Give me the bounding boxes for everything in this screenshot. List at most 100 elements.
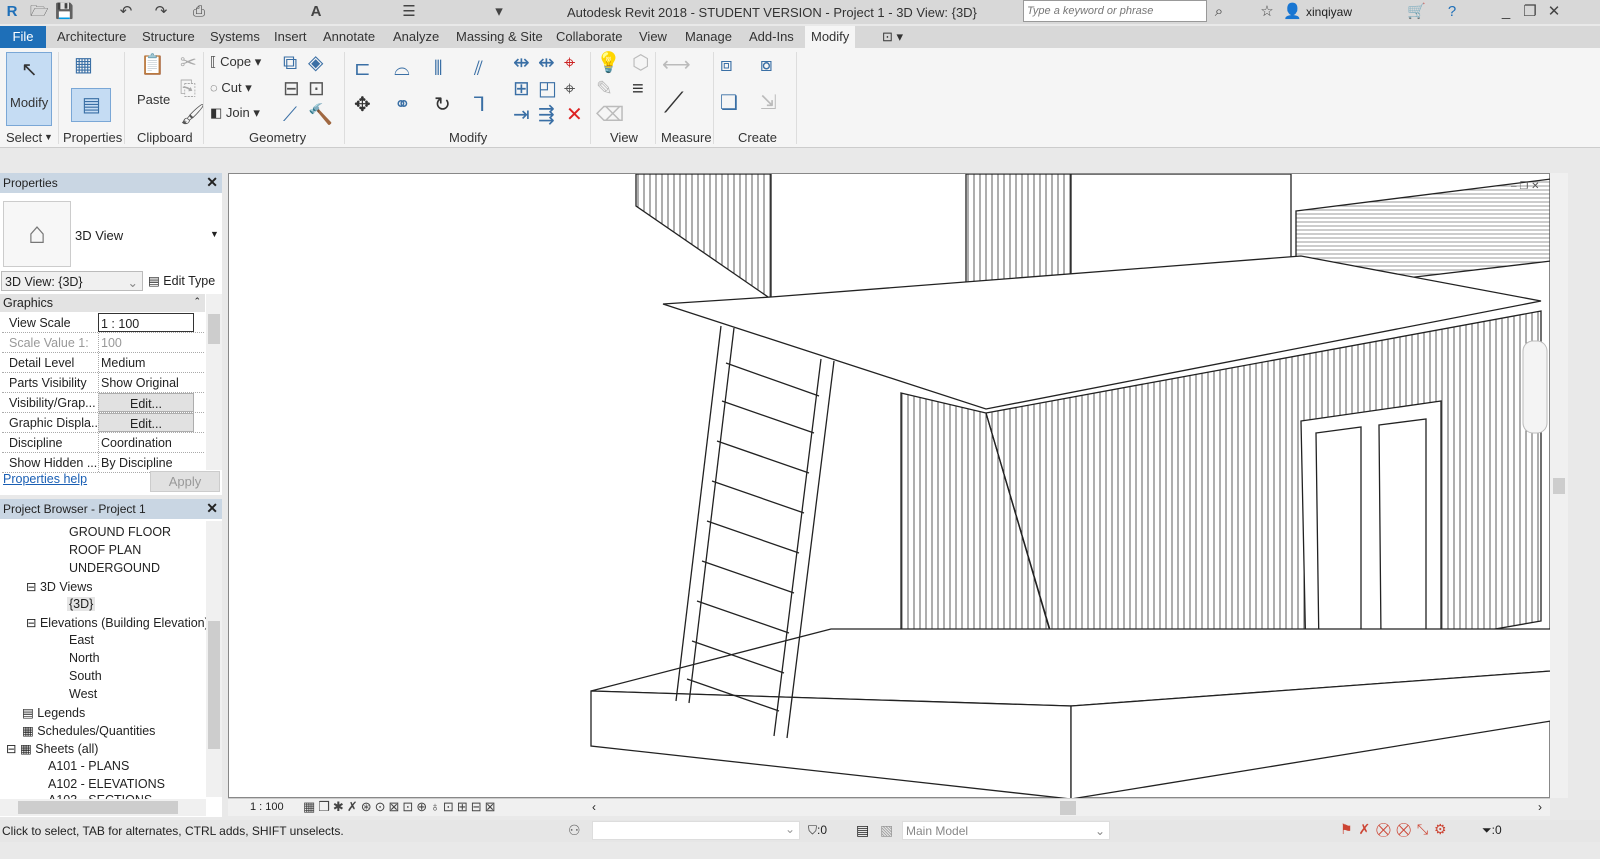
close-button[interactable]: ✕ [1545,3,1563,21]
undo-icon[interactable]: ↶ [117,3,135,21]
linework-icon[interactable]: ✎ [596,78,613,100]
tab-massing-site[interactable]: Massing & Site [450,26,549,48]
split-face-icon[interactable]: ⧉ [283,52,297,74]
tree-item[interactable]: ⊟ Elevations (Building Elevation) [26,615,206,630]
property-row[interactable]: Discipline Coordination [2,433,204,453]
tab-modify[interactable]: Modify [805,26,856,48]
tab-view[interactable]: View [633,26,673,48]
aligned-dimension-icon[interactable]: ⟷ [662,54,691,76]
scale-icon[interactable]: ◰ [538,78,557,100]
tab-insert[interactable]: Insert [268,26,313,48]
trim-single-icon[interactable]: ⇶ [538,104,555,126]
workset-dropdown[interactable]: ⌄ [592,821,800,840]
wall-joins-icon[interactable]: ⊟ [283,78,300,100]
cope-button[interactable]: ⟦ Cope ▾ [210,54,261,70]
navigation-bar[interactable] [1522,340,1548,434]
tab-analyze[interactable]: Analyze [387,26,445,48]
graphic-display-edit-button[interactable]: Edit... [98,413,194,432]
cut-geometry-button[interactable]: ◌ Cut ▾ [210,80,252,96]
apply-button[interactable]: Apply [150,471,220,492]
view-scale-button[interactable]: 1 : 100 [250,801,284,813]
type-selector-dropdown[interactable]: ▼ [210,229,219,239]
tree-item[interactable]: West [69,687,97,701]
search-input[interactable]: Type a keyword or phrase [1023,0,1207,22]
tree-item[interactable]: ⊟ 3D Views [26,579,93,594]
align-icon[interactable]: ⊏ [354,58,371,80]
move-icon[interactable]: ✥ [354,94,371,116]
scroll-left-arrow[interactable]: ‹ [592,800,596,814]
edit-type-button[interactable]: ▤ Edit Type [148,273,215,288]
property-row[interactable]: Parts Visibility Show Original [2,373,204,393]
tab-manage[interactable]: Manage [679,26,738,48]
save-icon[interactable]: 💾 [55,3,74,21]
3d-view-canvas[interactable]: ‒ ❐ ✕ [228,173,1552,800]
cart-icon[interactable]: 🛒 [1407,3,1426,21]
thin-lines-icon[interactable]: ☰ [400,3,418,21]
trim-multiple-icon[interactable]: ⇥ [513,104,530,126]
trim-extend-icon[interactable]: ⅂ [474,94,485,116]
view-control-icons[interactable]: ▦❒✱✗⊛⊙⊠⊡⊕♁⊡⊞⊟⊠ [303,799,499,815]
tree-item[interactable]: North [69,651,100,665]
unpin-icon[interactable]: ⌖ [564,52,575,74]
select-dropdown-icon[interactable]: ▼ [44,132,53,142]
filter-count[interactable]: ⏷:0 [1482,823,1502,838]
close-browser-icon[interactable]: ✕ [206,500,218,517]
create-group-icon[interactable]: ❏ [720,92,738,114]
tree-item[interactable]: ⊟ ▦ Sheets (all) [6,741,98,756]
demolish-icon[interactable]: ⊡ [308,78,325,100]
split-icon[interactable]: ⟋ [283,104,297,126]
copy-icon[interactable]: ⎘ [180,78,196,100]
workset-icon[interactable]: ⚇ [568,822,581,839]
paste-icon[interactable]: 📋 [140,54,165,76]
view-scale-input[interactable]: 1 : 100 [98,313,194,332]
selection-filter-icons[interactable]: ⚑✗⛒⛒⤡⚙ [1340,821,1453,838]
tree-item[interactable]: A101 - PLANS [48,759,129,773]
tree-item-selected[interactable]: {3D} [67,597,96,611]
viewport-scrollbar-horizontal[interactable] [1060,801,1076,815]
visibility-edit-button[interactable]: Edit... [98,393,194,412]
minimize-button[interactable]: _ [1497,3,1515,21]
match-properties-icon[interactable]: 🖌 [180,104,205,126]
print-icon[interactable]: ⎙ [190,3,208,21]
create-parts-icon[interactable]: ⧇ [760,54,773,76]
property-row[interactable]: Detail Level Medium [2,353,204,373]
create-assembly-icon[interactable]: ⧈ [720,54,733,76]
create-similar-icon[interactable]: ⇲ [760,92,777,114]
tree-item[interactable]: A102 - ELEVATIONS [48,777,165,791]
split-gap-icon[interactable]: ⇹ [538,52,555,74]
design-option-dropdown[interactable]: Main Model ⌄ [902,821,1110,840]
revit-logo-icon[interactable]: R [3,3,21,21]
override-graphics-icon[interactable]: ⬡ [632,52,649,74]
property-row[interactable]: Show Hidden ... By Discipline [2,453,204,473]
tab-add-ins[interactable]: Add-Ins [743,26,800,48]
open-icon[interactable]: 🗁 [30,3,49,21]
join-button[interactable]: ◧ Join ▾ [210,105,260,121]
pin-icon[interactable]: ⌖ [564,78,575,100]
ribbon-minimize-toggle[interactable]: ⊡ ▾ [876,26,909,48]
tree-item[interactable]: ROOF PLAN [69,543,141,557]
tree-item[interactable]: South [69,669,102,683]
properties-scrollbar[interactable] [206,294,222,470]
mirror-draw-axis-icon[interactable]: ⫽ [474,58,483,80]
cut-scissors-icon[interactable]: ✂ [180,52,197,74]
favorites-star-icon[interactable]: ☆ [1258,3,1276,21]
tree-item[interactable]: East [69,633,94,647]
tree-item[interactable]: GROUND FLOOR [69,525,171,539]
modify-button[interactable]: ↖ Modify [6,52,52,126]
paint-icon[interactable]: ◈ [308,52,323,74]
tab-collaborate[interactable]: Collaborate [550,26,629,48]
copy-element-icon[interactable]: ⚭ [394,94,411,116]
group-select[interactable]: Select [6,130,42,145]
close-properties-icon[interactable]: ✕ [206,174,218,191]
properties-toggle-button[interactable]: ▤ [71,88,111,122]
eraser-icon[interactable]: ⌫ [596,104,624,126]
measure-icon[interactable]: ⟋ [664,89,684,117]
delete-icon[interactable]: ✕ [566,104,583,126]
line-style-icon[interactable]: ≡ [632,78,644,100]
array-icon[interactable]: ⊞ [513,78,530,100]
text-icon[interactable]: A [307,3,325,21]
paste-label[interactable]: Paste [137,92,170,107]
user-icon[interactable]: 👤 [1283,3,1302,21]
selection-count[interactable]: ⛉:0 [808,823,827,838]
tree-item[interactable]: ▦ Schedules/Quantities [22,723,155,738]
